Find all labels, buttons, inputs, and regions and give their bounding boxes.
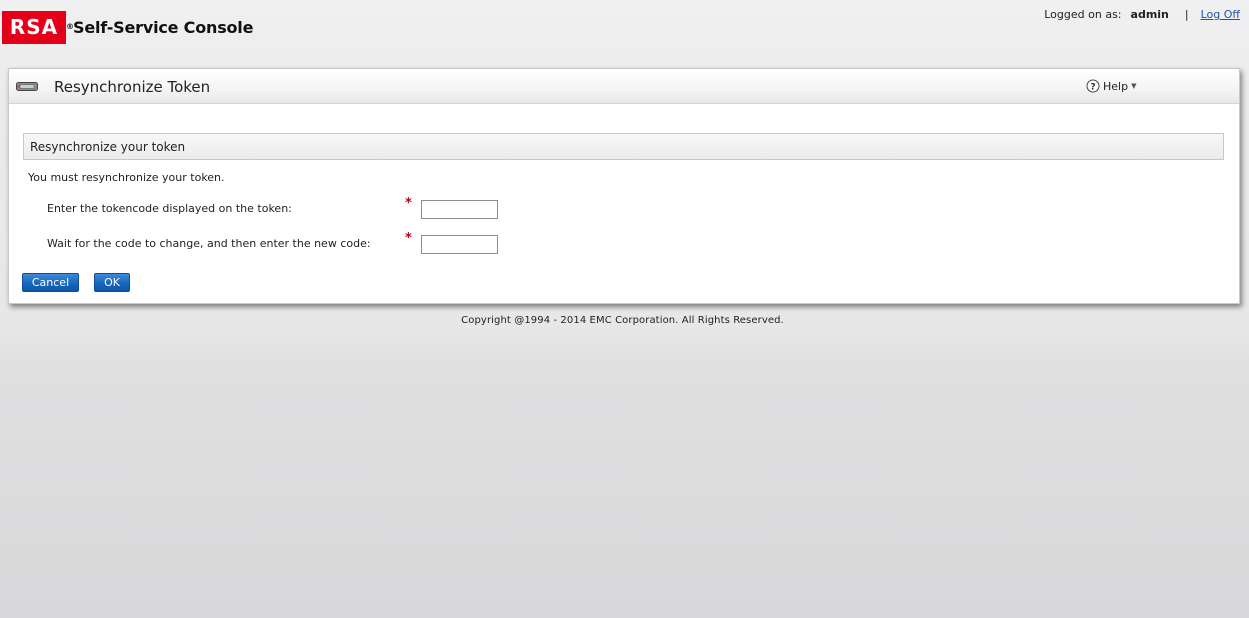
session-info: Logged on as: admin | Log Off xyxy=(1044,8,1240,21)
username: admin xyxy=(1130,8,1169,21)
ok-button[interactable]: OK xyxy=(94,273,130,292)
section-title: Resynchronize your token xyxy=(30,140,186,154)
help-menu[interactable]: ? Help ▼ xyxy=(1086,79,1136,93)
required-marker: * xyxy=(405,231,412,246)
tokencode-input[interactable] xyxy=(421,200,498,219)
app-title: Self-Service Console xyxy=(73,17,254,37)
help-label: Help xyxy=(1103,79,1129,93)
resync-panel: Resynchronize Token ? Help ▼ Resynchroni… xyxy=(8,68,1240,304)
copyright: Copyright @1994 - 2014 EMC Corporation. … xyxy=(461,315,784,326)
registered-mark: ® xyxy=(66,21,75,31)
instruction-text: You must resynchronize your token. xyxy=(28,171,225,184)
required-marker: * xyxy=(405,196,412,211)
cancel-button[interactable]: Cancel xyxy=(22,273,79,292)
separator: | xyxy=(1184,8,1189,21)
panel-header: Resynchronize Token ? Help ▼ xyxy=(9,69,1239,104)
log-off-link[interactable]: Log Off xyxy=(1201,8,1240,21)
next-tokencode-input[interactable] xyxy=(421,235,498,254)
token-icon xyxy=(16,82,38,91)
help-circle-icon: ? xyxy=(1086,79,1100,93)
rsa-logo-text: RSA xyxy=(9,14,59,39)
logged-on-label: Logged on as: xyxy=(1044,8,1122,21)
tokencode-label: Enter the tokencode displayed on the tok… xyxy=(47,202,292,215)
next-tokencode-label: Wait for the code to change, and then en… xyxy=(47,237,371,250)
rsa-logo-mark: RSA ® xyxy=(2,10,74,44)
chevron-down-icon: ▼ xyxy=(1131,82,1137,90)
page-title: Resynchronize Token xyxy=(54,78,211,96)
rsa-logo: RSA ® Self-Service Console xyxy=(2,10,253,44)
section-header: Resynchronize your token xyxy=(23,133,1224,160)
svg-text:?: ? xyxy=(1090,83,1095,93)
top-bar: RSA ® Self-Service Console Logged on as:… xyxy=(0,0,1249,60)
